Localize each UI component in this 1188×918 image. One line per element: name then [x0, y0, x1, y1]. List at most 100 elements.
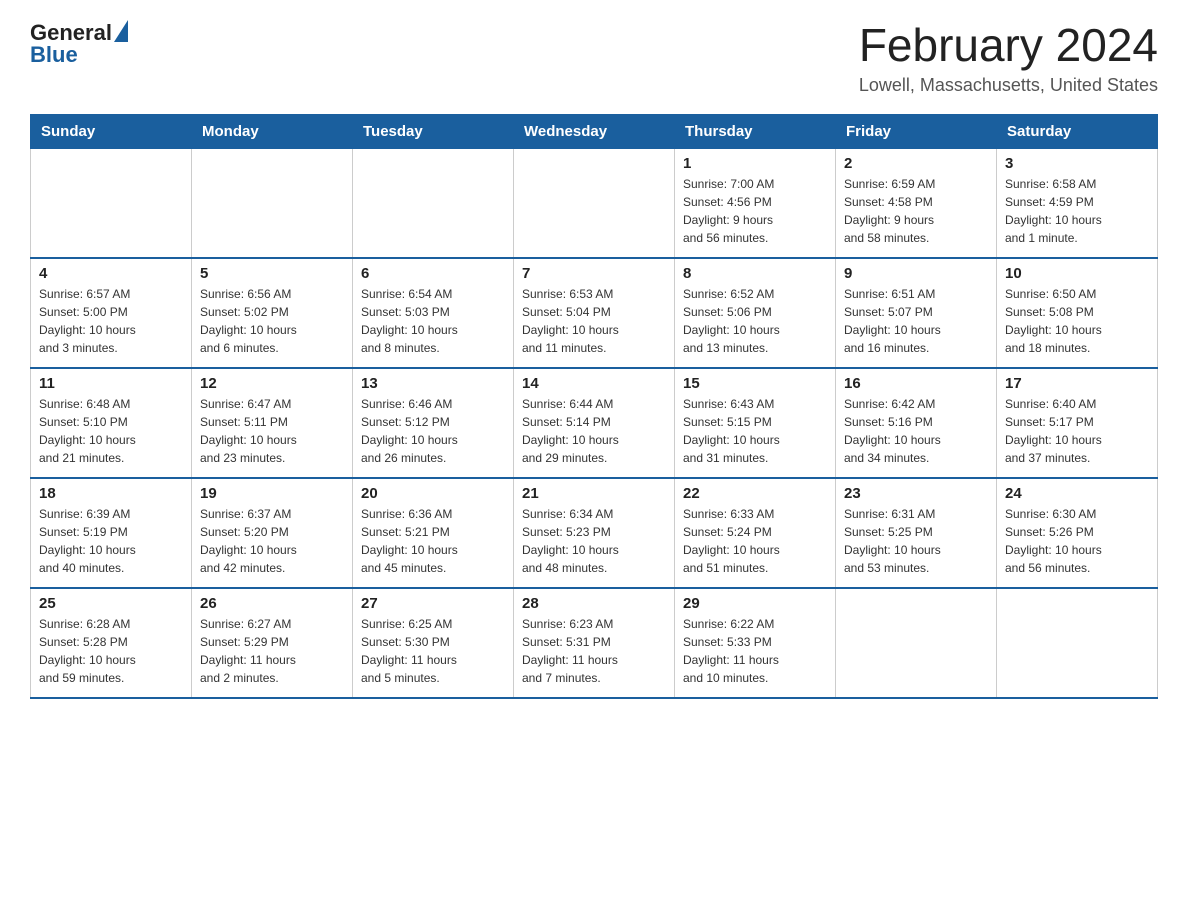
header-monday: Monday	[192, 114, 353, 148]
day-number: 28	[522, 595, 666, 612]
day-number: 22	[683, 485, 827, 502]
day-number: 25	[39, 595, 183, 612]
day-info: Sunrise: 6:39 AMSunset: 5:19 PMDaylight:…	[39, 507, 136, 575]
day-number: 9	[844, 265, 988, 282]
day-info: Sunrise: 6:37 AMSunset: 5:20 PMDaylight:…	[200, 507, 297, 575]
day-number: 11	[39, 375, 183, 392]
day-number: 13	[361, 375, 505, 392]
calendar-cell: 16Sunrise: 6:42 AMSunset: 5:16 PMDayligh…	[836, 368, 997, 478]
day-number: 21	[522, 485, 666, 502]
calendar-cell	[997, 588, 1158, 698]
header-saturday: Saturday	[997, 114, 1158, 148]
title-area: February 2024 Lowell, Massachusetts, Uni…	[859, 20, 1158, 96]
day-info: Sunrise: 6:59 AMSunset: 4:58 PMDaylight:…	[844, 177, 935, 245]
header: General Blue February 2024 Lowell, Massa…	[30, 20, 1158, 96]
calendar-cell: 3 Sunrise: 6:58 AMSunset: 4:59 PMDaylight…	[997, 148, 1158, 258]
day-number: 24	[1005, 485, 1149, 502]
day-info: Sunrise: 6:51 AMSunset: 5:07 PMDaylight:…	[844, 287, 941, 355]
day-number: 1	[683, 155, 827, 172]
calendar-header-row: SundayMondayTuesdayWednesdayThursdayFrid…	[31, 114, 1158, 148]
day-number: 10	[1005, 265, 1149, 282]
calendar-cell: 19 Sunrise: 6:37 AMSunset: 5:20 PMDayligh…	[192, 478, 353, 588]
calendar-table: SundayMondayTuesdayWednesdayThursdayFrid…	[30, 114, 1158, 700]
day-info: Sunrise: 6:28 AMSunset: 5:28 PMDaylight:…	[39, 617, 136, 685]
calendar-cell: 1 Sunrise: 7:00 AMSunset: 4:56 PMDaylight…	[675, 148, 836, 258]
calendar-cell	[836, 588, 997, 698]
day-number: 4	[39, 265, 183, 282]
day-info: Sunrise: 6:46 AMSunset: 5:12 PMDaylight:…	[361, 397, 458, 465]
calendar-cell: 15Sunrise: 6:43 AMSunset: 5:15 PMDayligh…	[675, 368, 836, 478]
day-number: 26	[200, 595, 344, 612]
header-tuesday: Tuesday	[353, 114, 514, 148]
calendar-cell: 10 Sunrise: 6:50 AMSunset: 5:08 PMDayligh…	[997, 258, 1158, 368]
day-info: Sunrise: 6:30 AMSunset: 5:26 PMDaylight:…	[1005, 507, 1102, 575]
day-number: 20	[361, 485, 505, 502]
day-info: Sunrise: 6:52 AMSunset: 5:06 PMDaylight:…	[683, 287, 780, 355]
day-info: Sunrise: 6:44 AMSunset: 5:14 PMDaylight:…	[522, 397, 619, 465]
calendar-cell: 11 Sunrise: 6:48 AMSunset: 5:10 PMDayligh…	[31, 368, 192, 478]
calendar-week-row: 11 Sunrise: 6:48 AMSunset: 5:10 PMDayligh…	[31, 368, 1158, 478]
calendar-cell: 6 Sunrise: 6:54 AMSunset: 5:03 PMDaylight…	[353, 258, 514, 368]
day-info: Sunrise: 6:22 AMSunset: 5:33 PMDaylight:…	[683, 617, 779, 685]
day-info: Sunrise: 6:42 AMSunset: 5:16 PMDaylight:…	[844, 397, 941, 465]
calendar-week-row: 1 Sunrise: 7:00 AMSunset: 4:56 PMDaylight…	[31, 148, 1158, 258]
day-number: 19	[200, 485, 344, 502]
calendar-cell: 2Sunrise: 6:59 AMSunset: 4:58 PMDaylight…	[836, 148, 997, 258]
calendar-cell: 21 Sunrise: 6:34 AMSunset: 5:23 PMDayligh…	[514, 478, 675, 588]
calendar-cell: 27 Sunrise: 6:25 AMSunset: 5:30 PMDayligh…	[353, 588, 514, 698]
day-info: Sunrise: 6:50 AMSunset: 5:08 PMDaylight:…	[1005, 287, 1102, 355]
calendar-cell: 12 Sunrise: 6:47 AMSunset: 5:11 PMDayligh…	[192, 368, 353, 478]
day-info: Sunrise: 6:58 AMSunset: 4:59 PMDaylight:…	[1005, 177, 1102, 245]
calendar-cell: 18 Sunrise: 6:39 AMSunset: 5:19 PMDayligh…	[31, 478, 192, 588]
day-info: Sunrise: 6:23 AMSunset: 5:31 PMDaylight:…	[522, 617, 618, 685]
header-friday: Friday	[836, 114, 997, 148]
calendar-cell	[514, 148, 675, 258]
day-info: Sunrise: 6:54 AMSunset: 5:03 PMDaylight:…	[361, 287, 458, 355]
day-info: Sunrise: 6:47 AMSunset: 5:11 PMDaylight:…	[200, 397, 297, 465]
day-number: 18	[39, 485, 183, 502]
calendar-cell: 23 Sunrise: 6:31 AMSunset: 5:25 PMDayligh…	[836, 478, 997, 588]
calendar-cell: 17Sunrise: 6:40 AMSunset: 5:17 PMDayligh…	[997, 368, 1158, 478]
calendar-cell	[353, 148, 514, 258]
day-number: 27	[361, 595, 505, 612]
header-wednesday: Wednesday	[514, 114, 675, 148]
calendar-week-row: 25 Sunrise: 6:28 AMSunset: 5:28 PMDayligh…	[31, 588, 1158, 698]
day-number: 8	[683, 265, 827, 282]
day-info: Sunrise: 6:31 AMSunset: 5:25 PMDaylight:…	[844, 507, 941, 575]
day-info: Sunrise: 6:40 AMSunset: 5:17 PMDaylight:…	[1005, 397, 1102, 465]
day-info: Sunrise: 7:00 AMSunset: 4:56 PMDaylight:…	[683, 177, 774, 245]
day-info: Sunrise: 6:57 AMSunset: 5:00 PMDaylight:…	[39, 287, 136, 355]
day-info: Sunrise: 6:34 AMSunset: 5:23 PMDaylight:…	[522, 507, 619, 575]
day-info: Sunrise: 6:25 AMSunset: 5:30 PMDaylight:…	[361, 617, 457, 685]
header-sunday: Sunday	[31, 114, 192, 148]
day-number: 7	[522, 265, 666, 282]
day-number: 23	[844, 485, 988, 502]
calendar-cell: 24 Sunrise: 6:30 AMSunset: 5:26 PMDayligh…	[997, 478, 1158, 588]
day-info: Sunrise: 6:43 AMSunset: 5:15 PMDaylight:…	[683, 397, 780, 465]
calendar-cell: 25 Sunrise: 6:28 AMSunset: 5:28 PMDayligh…	[31, 588, 192, 698]
day-number: 12	[200, 375, 344, 392]
day-number: 6	[361, 265, 505, 282]
logo-blue-text: Blue	[30, 42, 128, 68]
calendar-cell: 8 Sunrise: 6:52 AMSunset: 5:06 PMDaylight…	[675, 258, 836, 368]
calendar-cell: 7 Sunrise: 6:53 AMSunset: 5:04 PMDaylight…	[514, 258, 675, 368]
calendar-cell	[192, 148, 353, 258]
day-number: 3	[1005, 155, 1149, 172]
calendar-week-row: 4 Sunrise: 6:57 AMSunset: 5:00 PMDaylight…	[31, 258, 1158, 368]
day-info: Sunrise: 6:27 AMSunset: 5:29 PMDaylight:…	[200, 617, 296, 685]
calendar-cell: 26 Sunrise: 6:27 AMSunset: 5:29 PMDayligh…	[192, 588, 353, 698]
day-info: Sunrise: 6:48 AMSunset: 5:10 PMDaylight:…	[39, 397, 136, 465]
calendar-cell: 20Sunrise: 6:36 AMSunset: 5:21 PMDayligh…	[353, 478, 514, 588]
calendar-cell: 9 Sunrise: 6:51 AMSunset: 5:07 PMDaylight…	[836, 258, 997, 368]
calendar-cell	[31, 148, 192, 258]
day-number: 5	[200, 265, 344, 282]
calendar-cell: 4 Sunrise: 6:57 AMSunset: 5:00 PMDaylight…	[31, 258, 192, 368]
month-title: February 2024	[859, 20, 1158, 71]
calendar-cell: 5Sunrise: 6:56 AMSunset: 5:02 PMDaylight…	[192, 258, 353, 368]
day-number: 14	[522, 375, 666, 392]
calendar-cell: 29 Sunrise: 6:22 AMSunset: 5:33 PMDayligh…	[675, 588, 836, 698]
day-number: 29	[683, 595, 827, 612]
calendar-cell: 13 Sunrise: 6:46 AMSunset: 5:12 PMDayligh…	[353, 368, 514, 478]
day-info: Sunrise: 6:53 AMSunset: 5:04 PMDaylight:…	[522, 287, 619, 355]
calendar-cell: 28 Sunrise: 6:23 AMSunset: 5:31 PMDayligh…	[514, 588, 675, 698]
